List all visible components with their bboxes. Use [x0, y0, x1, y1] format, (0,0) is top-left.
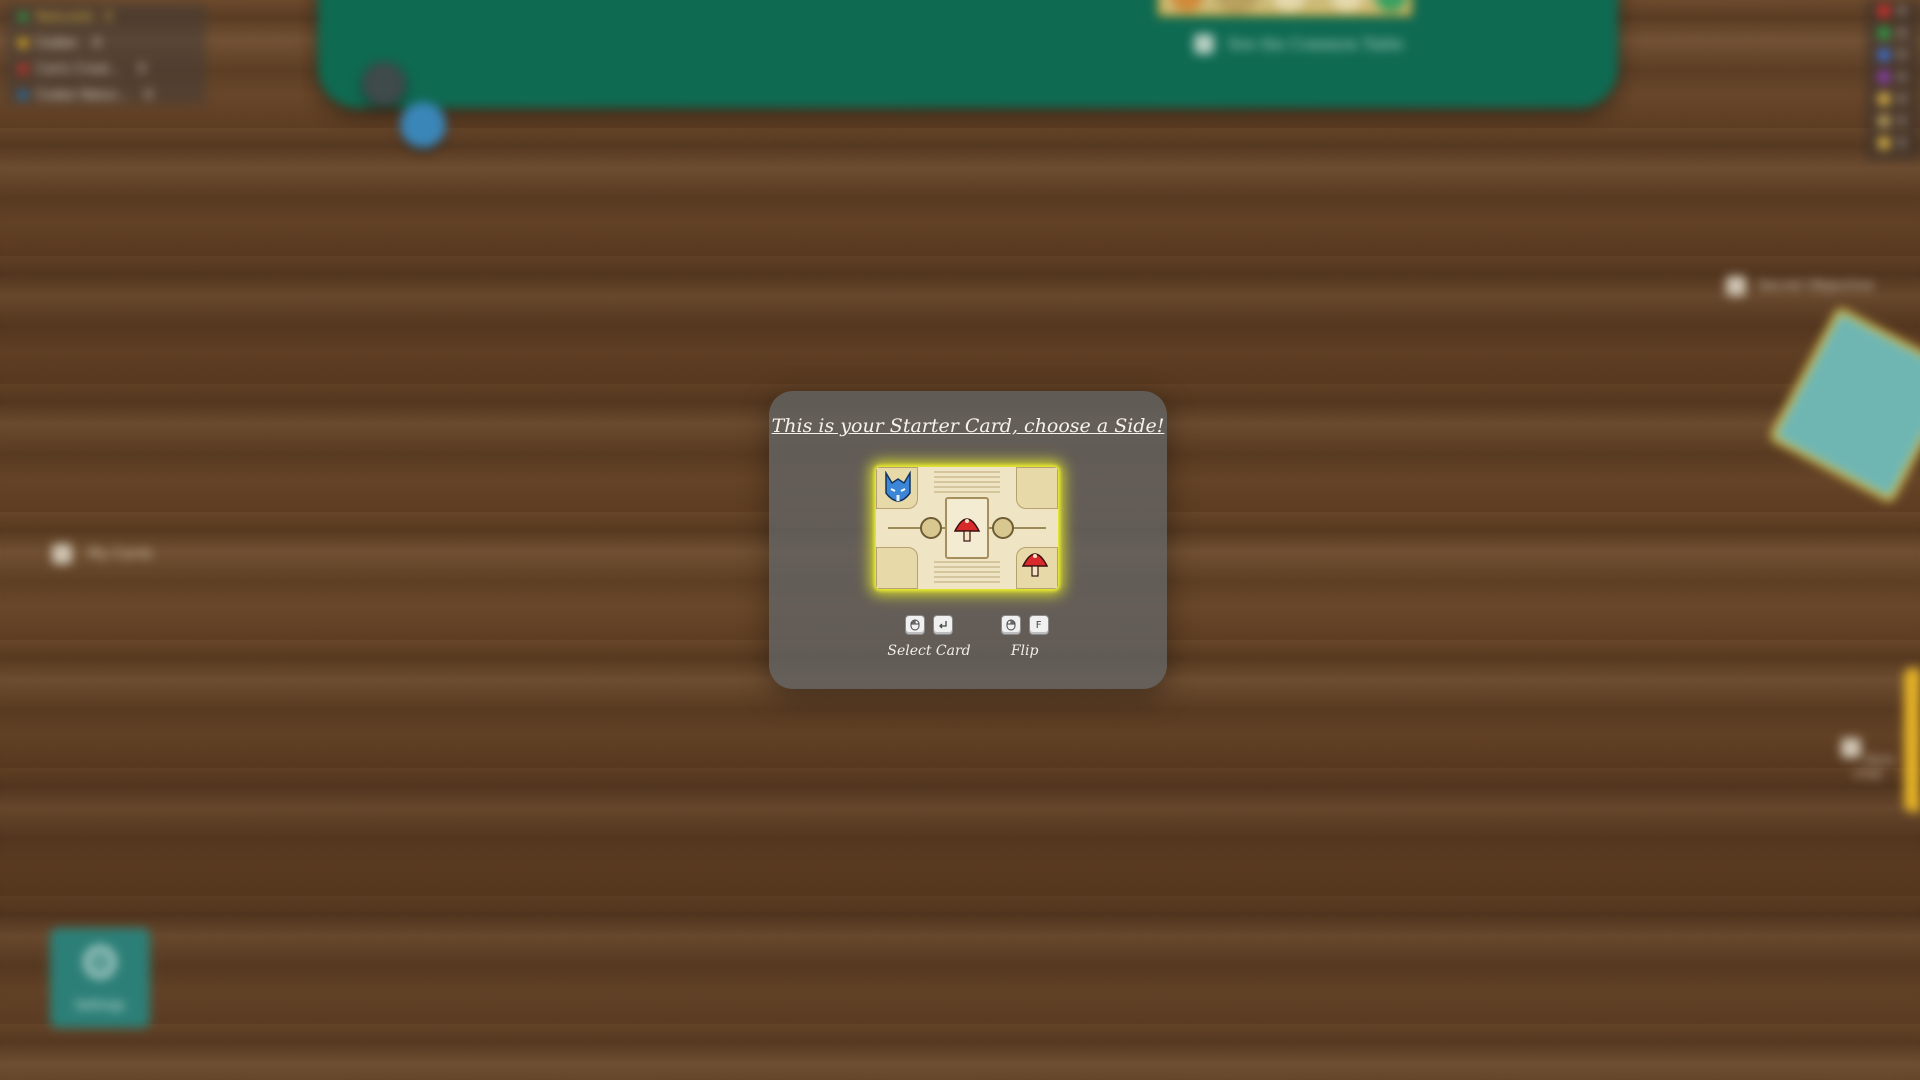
- resource-row: 0: [1866, 110, 1920, 132]
- wolf-icon: [885, 471, 911, 502]
- select-card-hint[interactable]: Select Card: [887, 615, 971, 659]
- common-table-card-strip: [1158, 0, 1412, 16]
- coin-icon: [1215, 0, 1259, 14]
- resource-row: 0: [1866, 66, 1920, 88]
- more-chat-button[interactable]: More Chat: [1826, 738, 1910, 781]
- player-score: 0: [144, 87, 153, 103]
- mushroom-icon: [1021, 553, 1049, 577]
- blue-resource-icon: [1878, 49, 1890, 61]
- purple-resource-icon: [1878, 71, 1890, 83]
- player-name: Naturalis: [36, 9, 95, 25]
- mushroom-icon: [953, 518, 981, 542]
- player-score: 0: [92, 35, 102, 51]
- resource-count: 0: [1898, 26, 1906, 40]
- green-resource-icon: [1878, 27, 1890, 39]
- secret-objective-button[interactable]: Secret Objective: [1726, 276, 1874, 296]
- settings-label: Settings: [75, 998, 125, 1012]
- card-corner: [1016, 467, 1058, 509]
- resource-count: 0: [1898, 92, 1906, 106]
- resource-row: 0: [1866, 132, 1920, 154]
- common-table[interactable]: See the Common Table: [318, 0, 1618, 108]
- card-text-block: [934, 561, 1000, 585]
- starter-card-dialog: This is your Starter Card, choose a Side…: [769, 391, 1167, 689]
- control-hints: Select Card F Flip: [769, 615, 1167, 659]
- chat-tab[interactable]: [1904, 668, 1920, 812]
- red-resource-icon: [1878, 5, 1890, 17]
- player-row[interactable]: Codex Natur... 0: [6, 82, 206, 108]
- secret-objective-card[interactable]: [1767, 305, 1920, 505]
- key-icon: [1726, 276, 1746, 296]
- gear-icon: ⚙: [78, 935, 122, 991]
- my-cards-button[interactable]: My Cards: [52, 544, 153, 564]
- coin-icon: [1171, 0, 1203, 12]
- player-row[interactable]: Codex 0: [6, 30, 206, 56]
- player-token-grey[interactable]: [362, 62, 406, 106]
- my-cards-label: My Cards: [88, 546, 153, 562]
- player-color-dot: [18, 64, 28, 74]
- more-chat-label: More Chat: [1853, 753, 1895, 781]
- resource-count: 0: [1898, 136, 1906, 150]
- coin-icon: [1375, 0, 1407, 12]
- card-text-block: [934, 471, 1000, 495]
- manuscript-icon: [1878, 137, 1890, 149]
- key-icon: [1841, 738, 1862, 758]
- player-color-dot: [18, 90, 28, 100]
- settings-button[interactable]: ⚙ Settings: [50, 928, 150, 1028]
- resource-row: 0: [1866, 44, 1920, 66]
- resource-counter-panel: 0 0 0 0 0 0 0: [1866, 0, 1920, 160]
- coin-icon: [1331, 0, 1363, 12]
- see-common-table-label: See the Common Table: [1228, 35, 1404, 53]
- card-center-panel: [945, 497, 989, 559]
- starter-card[interactable]: [876, 467, 1058, 589]
- key-icon: [1194, 34, 1214, 54]
- resource-count: 0: [1898, 114, 1906, 128]
- resource-count: 0: [1898, 70, 1906, 84]
- resource-count: 0: [1898, 48, 1906, 62]
- player-color-dot: [18, 12, 28, 22]
- resource-row: 0: [1866, 88, 1920, 110]
- resource-count: 0: [1898, 4, 1906, 18]
- player-score: 0: [104, 9, 113, 25]
- coin-icon: [1273, 0, 1305, 12]
- key-icon: [52, 544, 72, 564]
- inkwell-icon: [1878, 115, 1890, 127]
- dialog-title: This is your Starter Card, choose a Side…: [771, 415, 1165, 437]
- card-corner: [876, 547, 918, 589]
- see-common-table-button[interactable]: See the Common Table: [1194, 34, 1404, 54]
- resource-row: 0: [1866, 22, 1920, 44]
- player-token-blue[interactable]: [400, 102, 446, 148]
- quill-icon: [1878, 93, 1890, 105]
- enter-key-icon: [933, 615, 953, 635]
- secret-objective-label: Secret Objective: [1758, 278, 1874, 294]
- player-color-dot: [18, 38, 28, 48]
- player-name: Codex Natur...: [36, 87, 129, 103]
- mouse-left-icon: [905, 615, 925, 635]
- flip-hint[interactable]: F Flip: [1000, 615, 1049, 659]
- player-score: 0: [137, 61, 146, 77]
- player-name: Carlo Creat...: [36, 61, 122, 77]
- resource-row: 0: [1866, 0, 1920, 22]
- player-row[interactable]: Carlo Creat... 0: [6, 56, 206, 82]
- flip-label: Flip: [1010, 643, 1039, 659]
- select-card-label: Select Card: [887, 643, 971, 659]
- player-name: Codex: [36, 35, 77, 51]
- player-row[interactable]: Naturalis 0: [6, 4, 206, 30]
- player-list: Naturalis 0 Codex 0 Carlo Creat... 0 Cod…: [6, 4, 206, 104]
- celtic-knot-icon: [920, 517, 942, 539]
- f-key-icon: F: [1028, 615, 1049, 635]
- celtic-knot-icon: [992, 517, 1014, 539]
- mouse-right-icon: [1000, 615, 1021, 635]
